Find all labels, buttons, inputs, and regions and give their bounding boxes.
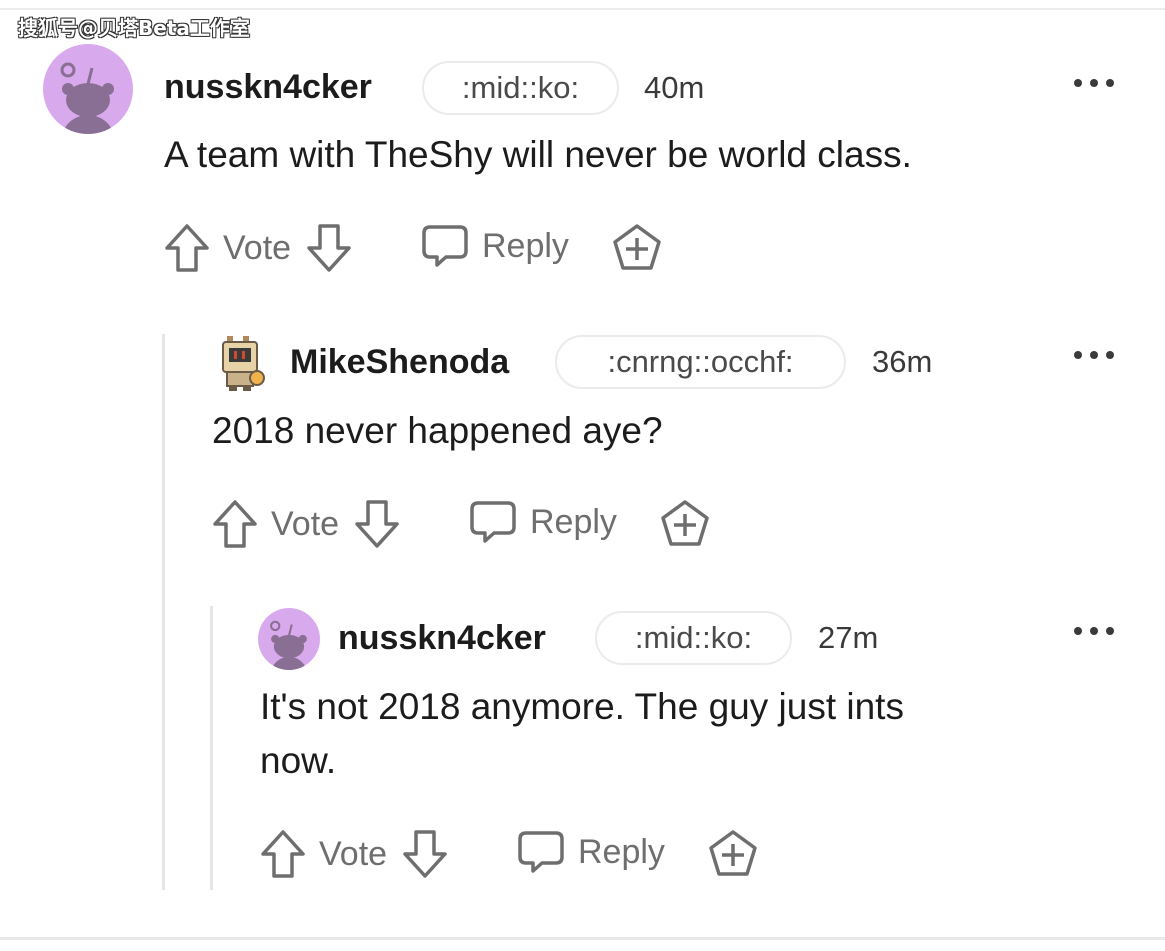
- comment-body-line: It's not 2018 anymore. The guy just ints: [260, 686, 904, 727]
- downvote-arrow-icon[interactable]: [353, 498, 401, 550]
- vote-control: Vote: [211, 498, 401, 550]
- vote-control: Vote: [163, 222, 353, 274]
- vote-label: Vote: [319, 834, 388, 873]
- reply-button[interactable]: Reply: [516, 828, 665, 876]
- watermark: 搜狐号@贝塔Beta工作室: [18, 16, 250, 40]
- speech-bubble-icon: [420, 222, 470, 270]
- reply-label: Reply: [530, 502, 617, 541]
- comment-author[interactable]: MikeShenoda: [290, 343, 509, 382]
- more-options-icon[interactable]: [1074, 75, 1114, 91]
- downvote-arrow-icon[interactable]: [401, 828, 449, 880]
- award-button[interactable]: [659, 498, 711, 550]
- vote-label: Vote: [223, 228, 292, 267]
- comment-author[interactable]: nusskn4cker: [164, 68, 372, 107]
- speech-bubble-icon: [468, 498, 518, 546]
- user-flair: :mid::ko:: [595, 611, 792, 665]
- award-plus-icon: [611, 222, 663, 274]
- snoo-avatar-icon: [43, 44, 133, 134]
- top-divider: [0, 8, 1165, 10]
- award-plus-icon: [707, 828, 759, 880]
- comment-body: 2018 never happened aye?: [212, 410, 663, 451]
- downvote-arrow-icon[interactable]: [305, 222, 353, 274]
- award-plus-icon: [659, 498, 711, 550]
- comment-body: A team with TheShy will never be world c…: [164, 134, 912, 175]
- more-options-icon[interactable]: [1074, 347, 1114, 363]
- award-button[interactable]: [707, 828, 759, 880]
- snoo-avatar-icon: [258, 608, 320, 670]
- avatar[interactable]: [43, 44, 133, 134]
- upvote-arrow-icon[interactable]: [259, 828, 307, 880]
- comment-body: It's not 2018 anymore. The guy just ints…: [260, 680, 1120, 788]
- comment-timestamp: 36m: [872, 344, 933, 379]
- comment-timestamp: 40m: [644, 70, 705, 105]
- more-options-icon[interactable]: [1074, 623, 1114, 639]
- comment-body-line: now.: [260, 740, 337, 781]
- bottom-divider: [0, 937, 1165, 940]
- comment-author[interactable]: nusskn4cker: [338, 619, 546, 658]
- vote-label: Vote: [271, 504, 340, 543]
- avatar[interactable]: [258, 608, 320, 670]
- reply-button[interactable]: Reply: [420, 222, 569, 270]
- comment-timestamp: 27m: [818, 620, 879, 655]
- speech-bubble-icon: [516, 828, 566, 876]
- reply-button[interactable]: Reply: [468, 498, 617, 546]
- avatar[interactable]: [215, 334, 265, 392]
- reply-label: Reply: [482, 226, 569, 265]
- user-flair: :cnrng::occhf:: [555, 335, 846, 389]
- thread-line-level-1[interactable]: [162, 334, 165, 890]
- reply-label: Reply: [578, 832, 665, 871]
- award-button[interactable]: [611, 222, 663, 274]
- user-flair: :mid::ko:: [422, 61, 619, 115]
- vote-control: Vote: [259, 828, 449, 880]
- thread-line-level-2[interactable]: [210, 606, 213, 890]
- upvote-arrow-icon[interactable]: [211, 498, 259, 550]
- robot-avatar-icon: [222, 336, 265, 391]
- upvote-arrow-icon[interactable]: [163, 222, 211, 274]
